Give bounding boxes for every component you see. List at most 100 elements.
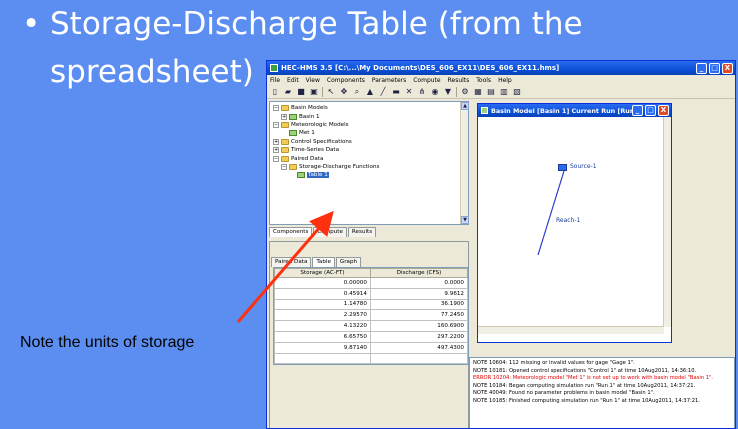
tree-item-label: Basin 1 — [299, 113, 320, 120]
table-row: 4.13220 160.6900 — [274, 320, 469, 332]
discharge-cell[interactable]: 297.2200 — [369, 330, 469, 343]
tree-expander[interactable]: − — [273, 155, 279, 162]
basin-map-canvas[interactable]: Source-1 Reach-1 — [478, 117, 664, 327]
diversion-tool-icon[interactable]: ⋔ — [417, 87, 427, 97]
component-tabs: Components Compute Results — [269, 227, 377, 237]
toolbar-separator — [322, 86, 323, 97]
tree-item-selected[interactable]: Table 1 — [273, 171, 468, 179]
reach-segment[interactable] — [537, 170, 565, 256]
window-titlebar[interactable]: HEC-HMS 3.5 [C:\...\My Documents\DES_606… — [267, 61, 735, 75]
basin-horizontal-scrollbar[interactable] — [478, 326, 664, 334]
close-button[interactable]: X — [722, 62, 733, 74]
tab-compute[interactable]: Compute — [313, 227, 347, 237]
tree-expander[interactable]: − — [273, 121, 279, 128]
menu-parameters[interactable]: Parameters — [372, 77, 406, 84]
source-label[interactable]: Source-1 — [570, 163, 597, 170]
tab-graph[interactable]: Graph — [335, 257, 362, 267]
storage-cell[interactable]: 4.13220 — [274, 320, 371, 332]
basin-vertical-scrollbar[interactable] — [663, 117, 671, 327]
scroll-up-icon[interactable]: ▲ — [461, 102, 469, 110]
basin-window-titlebar[interactable]: Basin Model [Basin 1] Current Run [Run 1… — [478, 104, 671, 117]
compute-icon[interactable]: ⚙ — [460, 87, 470, 97]
storage-cell[interactable]: 1.14780 — [274, 298, 371, 311]
menu-components[interactable]: Components — [327, 77, 365, 84]
print-icon[interactable]: ▣ — [309, 87, 319, 97]
tree-expander[interactable]: + — [273, 138, 279, 145]
tree-item[interactable]: − Storage-Discharge Functions — [273, 163, 468, 171]
menu-view[interactable]: View — [306, 77, 320, 84]
new-file-icon[interactable]: ▯ — [270, 87, 280, 97]
discharge-cell[interactable] — [369, 352, 469, 365]
scroll-down-icon[interactable]: ▼ — [461, 216, 469, 224]
menu-edit[interactable]: Edit — [287, 77, 299, 84]
menu-file[interactable]: File — [270, 77, 280, 84]
basin-window-icon — [481, 107, 488, 114]
table-row: 0.00000 0.0000 — [274, 277, 469, 289]
zoom-icon[interactable]: ⌕ — [352, 87, 362, 97]
tree-item[interactable]: + Basin 1 — [273, 112, 468, 120]
source-element-icon[interactable] — [558, 164, 567, 171]
tree-item[interactable]: − Meteorologic Models — [273, 121, 468, 129]
discharge-cell[interactable]: 77.2450 — [369, 309, 469, 322]
storage-cell[interactable]: 2.29570 — [274, 309, 371, 322]
basin-minimize-button[interactable]: _ — [632, 105, 643, 116]
results-icon[interactable]: ▦ — [473, 87, 483, 97]
tab-components[interactable]: Components — [269, 227, 313, 237]
discharge-cell[interactable]: 497.4300 — [369, 341, 469, 354]
storage-cell[interactable]: 9.87140 — [274, 341, 371, 354]
folder-icon — [281, 121, 289, 128]
reach-label[interactable]: Reach-1 — [556, 217, 580, 224]
tree-item[interactable]: − Basin Models — [273, 104, 468, 112]
save-icon[interactable]: ■ — [296, 87, 306, 97]
discharge-cell[interactable]: 0.0000 — [369, 277, 469, 289]
menu-tools[interactable]: Tools — [476, 77, 491, 84]
tree-scrollbar[interactable]: ▲ ▼ — [460, 102, 469, 224]
discharge-cell[interactable]: 160.6900 — [369, 320, 469, 332]
tree-expander[interactable]: − — [281, 163, 287, 170]
discharge-column-header[interactable]: Discharge (CFS) — [369, 268, 469, 278]
tree-item[interactable]: + Control Specifications — [273, 138, 468, 146]
storage-column-header[interactable]: Storage (AC-FT) — [274, 268, 371, 278]
tree-item[interactable]: Met 1 — [273, 129, 468, 137]
table-icon[interactable]: ▥ — [499, 87, 509, 97]
menu-compute[interactable]: Compute — [413, 77, 440, 84]
open-folder-icon[interactable]: ▰ — [283, 87, 293, 97]
sink-tool-icon[interactable]: ▼ — [443, 87, 453, 97]
graph-icon[interactable]: ▤ — [486, 87, 496, 97]
source-tool-icon[interactable]: ◉ — [430, 87, 440, 97]
reservoir-tool-icon[interactable]: ▬ — [391, 87, 401, 97]
storage-cell[interactable] — [274, 352, 371, 365]
summary-icon[interactable]: ▧ — [512, 87, 522, 97]
folder-icon — [289, 163, 297, 170]
discharge-cell[interactable]: 36.1900 — [369, 298, 469, 311]
basin-close-button[interactable]: X — [658, 105, 669, 116]
tree-item-label: Control Specifications — [291, 138, 352, 145]
menu-help[interactable]: Help — [498, 77, 512, 84]
tree-item[interactable]: − Paired Data — [273, 154, 468, 162]
tab-paired-data[interactable]: Paired Data — [271, 257, 312, 267]
app-icon — [270, 64, 278, 72]
tree-expander[interactable]: + — [281, 113, 287, 120]
storage-cell[interactable]: 0.00000 — [274, 277, 371, 289]
move-icon[interactable]: ✥ — [339, 87, 349, 97]
tab-results[interactable]: Results — [347, 227, 377, 237]
reach-tool-icon[interactable]: ╱ — [378, 87, 388, 97]
discharge-cell[interactable]: 9.9612 — [369, 287, 469, 300]
tree-expander[interactable]: − — [273, 105, 279, 112]
tree-expander[interactable]: + — [273, 147, 279, 154]
basin-maximize-button[interactable]: □ — [645, 105, 656, 116]
minimize-button[interactable]: _ — [696, 62, 707, 74]
maximize-button[interactable]: □ — [709, 62, 720, 74]
select-arrow-icon[interactable]: ↖ — [326, 87, 336, 97]
table-row: 0.45914 9.9612 — [274, 287, 469, 300]
storage-cell[interactable]: 0.45914 — [274, 287, 371, 300]
tree-item[interactable]: + Time-Series Data — [273, 146, 468, 154]
junction-tool-icon[interactable]: ✕ — [404, 87, 414, 97]
menu-results[interactable]: Results — [448, 77, 470, 84]
storage-units-note: Note the units of storage — [20, 334, 195, 351]
subbasin-tool-icon[interactable]: ▲ — [365, 87, 375, 97]
table-row: 6.65750 297.2200 — [274, 330, 469, 343]
basin-model-window: Basin Model [Basin 1] Current Run [Run 1… — [477, 103, 672, 343]
storage-cell[interactable]: 6.65750 — [274, 330, 371, 343]
tab-table[interactable]: Table — [312, 257, 335, 267]
